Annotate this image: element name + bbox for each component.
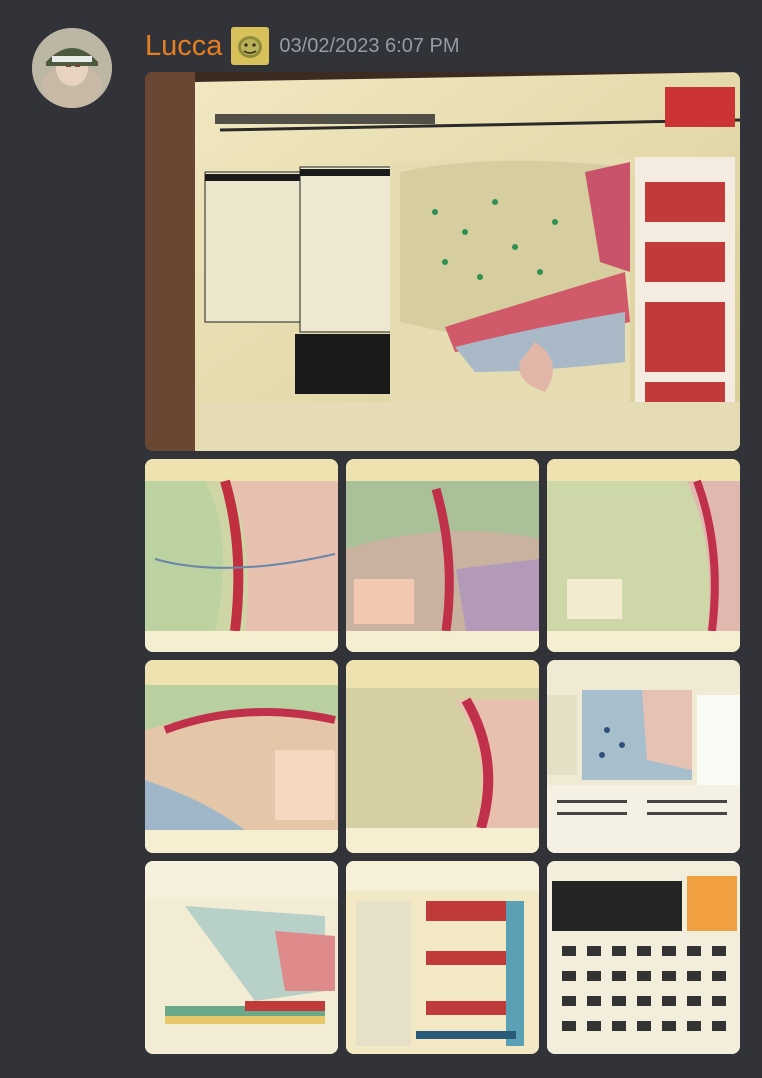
attachment-image-7[interactable] <box>547 660 740 853</box>
attachment-image-2[interactable] <box>145 459 338 652</box>
attachment-image-1[interactable] <box>145 72 740 451</box>
user-avatar[interactable] <box>32 28 112 108</box>
attachment-image-6[interactable] <box>346 660 539 853</box>
attachment-image-5[interactable] <box>145 660 338 853</box>
message-header: Lucca 03/02/2023 6:07 PM <box>145 26 460 66</box>
attachment-image-8[interactable] <box>145 861 338 1054</box>
attachment-image-4[interactable] <box>547 459 740 652</box>
message-timestamp[interactable]: 03/02/2023 6:07 PM <box>279 35 459 58</box>
attachment-image-10[interactable] <box>547 861 740 1054</box>
avatar-photo-icon <box>32 28 112 108</box>
attachment-image-9[interactable] <box>346 861 539 1054</box>
chat-message: Lucca 03/02/2023 6:07 PM <box>0 0 762 1078</box>
username[interactable]: Lucca <box>145 30 222 63</box>
role-emoji-icon[interactable] <box>231 27 270 65</box>
attachment-image-3[interactable] <box>346 459 539 652</box>
